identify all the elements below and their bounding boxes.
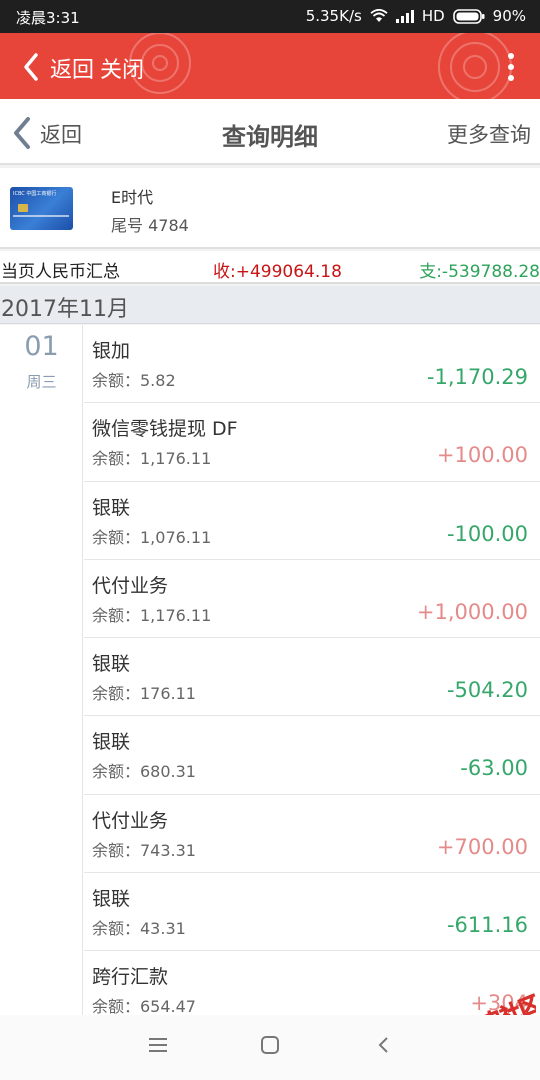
transaction-balance: 余额：743.31 [92, 840, 196, 860]
transaction-row[interactable]: 银联余额：176.11 -504.20 [84, 638, 540, 717]
transaction-balance: 余额：680.31 [92, 762, 196, 782]
page-nav-bar: 返回 查询明细 更多查询 [0, 99, 540, 165]
transaction-rows: 银加余额：5.82 -1,170.29 微信零钱提现 DF 余额：1,176.11 +1… [84, 325, 540, 1015]
transaction-balance: 余额：654.47 [92, 997, 196, 1015]
battery-icon [452, 8, 485, 24]
transaction-balance: 余额：176.11 [92, 684, 196, 704]
transaction-balance: 余额：1,176.11 [92, 605, 212, 625]
more-query-button[interactable]: 更多查询 [447, 119, 531, 149]
transaction-balance: 余额：1,176.11 [92, 449, 212, 469]
page-summary: 当页人民币汇总 收:+499064.18 支:-539788.28 [0, 251, 540, 284]
bank-logo-text: ICBC 中国工商银行 [13, 191, 57, 197]
card-chip-icon [18, 204, 28, 212]
menu-icon[interactable] [148, 1035, 168, 1055]
transaction-amount: -100.00 [446, 521, 528, 546]
day-number: 01 [24, 331, 59, 362]
transaction-row[interactable]: 微信零钱提现 DF 余额：1,176.11 +100.00 [84, 403, 540, 482]
transaction-name: 银联 [92, 731, 131, 754]
transaction-name: 代付业务 [92, 574, 169, 597]
web-back-button[interactable]: 返回 [50, 52, 94, 84]
summary-income: 收:+499064.18 [213, 262, 342, 282]
transaction-name: 代付业务 [92, 809, 169, 832]
network-type: HD [421, 7, 445, 25]
transaction-name: 微信零钱提现 DF [92, 418, 238, 441]
transaction-row[interactable]: 银联余额：1,076.11 -100.00 [84, 482, 540, 560]
transaction-name: 银联 [92, 653, 131, 676]
transaction-amount: +1,000.00 [416, 599, 528, 624]
transaction-name: 银联 [92, 888, 131, 911]
transaction-row[interactable]: 银联余额：680.31 -63.00 [84, 716, 540, 795]
transaction-row[interactable]: 银加余额：5.82 -1,170.29 [84, 325, 540, 404]
transaction-row[interactable]: 代付业务余额：743.31 +700.00 [84, 795, 540, 874]
transaction-list[interactable]: 01 周三 银加余额：5.82 -1,170.29 微信零钱提现 DF 余额：1,17… [0, 325, 540, 1015]
card-tail-number: 尾号 4784 [111, 216, 189, 235]
month-label: 2017年11月 [1, 297, 129, 322]
web-header: 返回 关闭 [0, 33, 540, 99]
back-arrow-icon[interactable] [14, 47, 54, 87]
transaction-balance: 余额：5.82 [92, 371, 176, 390]
transaction-amount: +100.00 [436, 443, 528, 468]
summary-expense: 支:-539788.28 [419, 262, 540, 282]
account-card[interactable]: ICBC 中国工商银行 E时代 尾号 4784 [0, 168, 540, 249]
transaction-amount: -1,170.29 [426, 365, 528, 389]
status-time: 凌晨3:31 [16, 9, 80, 27]
transaction-name: 银联 [92, 496, 131, 519]
transaction-amount: -504.20 [446, 678, 528, 703]
battery-level: 90% [492, 7, 526, 25]
system-nav-bar [0, 1015, 540, 1080]
date-column: 01 周三 [0, 325, 83, 1015]
home-icon[interactable] [260, 1035, 280, 1055]
transaction-row[interactable]: 银联余额：43.31 -611.16 [84, 873, 540, 952]
weekday-label: 周三 [26, 373, 57, 391]
summary-label: 当页人民币汇总 [1, 262, 120, 282]
month-header: 2017年11月 [0, 286, 540, 324]
more-menu-icon[interactable] [506, 51, 516, 83]
wifi-icon [370, 9, 388, 22]
transaction-amount: -611.16 [446, 913, 528, 938]
web-close-button[interactable]: 关闭 [100, 52, 144, 84]
transaction-balance: 余额：1,076.11 [92, 527, 212, 547]
transaction-balance: 余额：43.31 [92, 919, 186, 939]
back-icon[interactable] [374, 1035, 394, 1055]
transaction-name: 跨行汇款 [92, 966, 169, 989]
card-name: E时代 [111, 188, 154, 207]
bank-card-image: ICBC 中国工商银行 [10, 187, 73, 230]
status-bar: 凌晨3:31 5.35K/s HD 90% [0, 0, 540, 33]
signal-icon [395, 9, 414, 23]
transaction-row[interactable]: 代付业务余额：1,176.11 +1,000.00 [84, 560, 540, 639]
network-speed: 5.35K/s [305, 7, 362, 25]
transaction-name: 银加 [92, 340, 131, 362]
transaction-amount: +700.00 [436, 834, 528, 859]
transaction-amount: -63.00 [460, 756, 528, 781]
